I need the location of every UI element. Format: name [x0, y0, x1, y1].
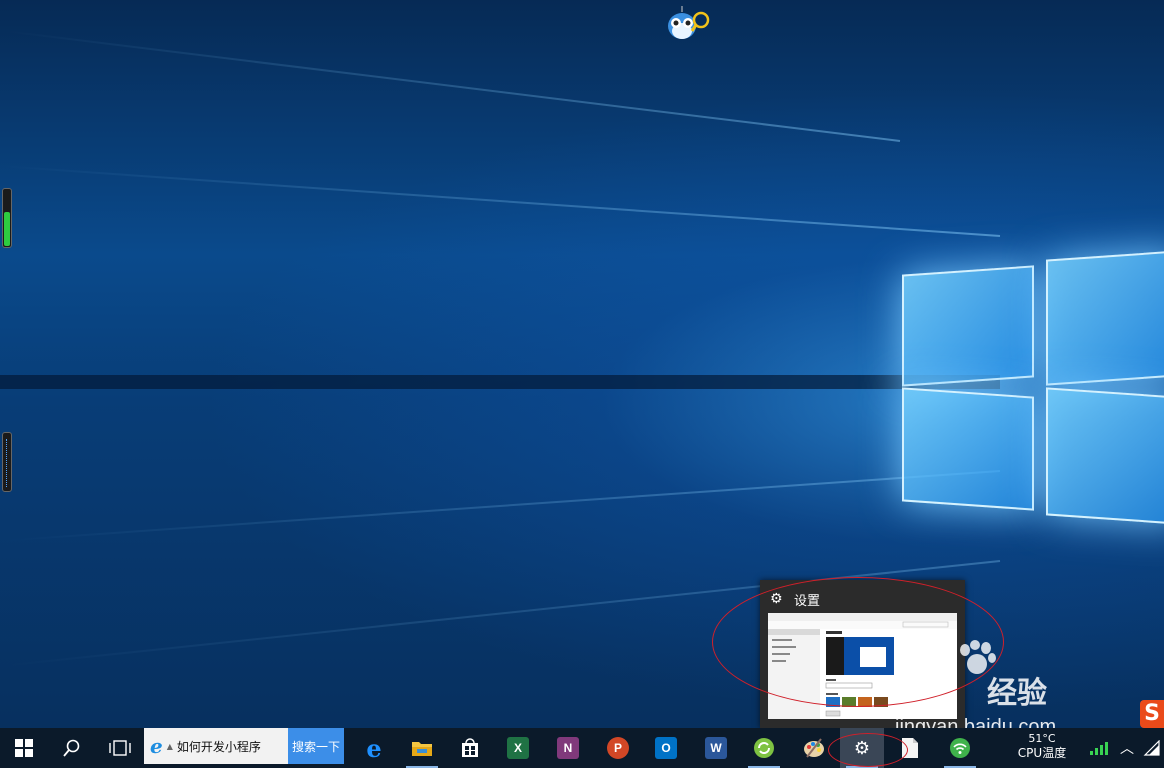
taskbar-app-store[interactable] — [448, 728, 492, 768]
search-button[interactable] — [50, 728, 94, 768]
baidu-jingyan-watermark: Bai 经验 jingyan.baidu.com — [895, 640, 1105, 740]
tray-overflow-button[interactable]: ︿ — [1116, 728, 1138, 768]
watermark-site-name: 经验 — [987, 676, 1047, 711]
taskbar-app-excel[interactable]: X — [496, 728, 540, 768]
windows-logo-pane — [902, 265, 1034, 387]
search-submit-button[interactable]: 搜索一下 — [288, 728, 344, 764]
windows-logo-pane — [1046, 387, 1164, 525]
network-gauge[interactable] — [2, 432, 12, 492]
tray-wifi-button[interactable] — [1140, 728, 1164, 768]
search-icon — [63, 739, 80, 757]
gauge-fill — [4, 212, 10, 246]
highlight-ellipse — [828, 733, 908, 767]
windows-logo-pane — [1046, 250, 1164, 386]
sogou-input-icon[interactable]: S — [1140, 700, 1164, 728]
task-view-icon — [109, 740, 131, 756]
taskbar-app-powerpoint[interactable]: P — [596, 728, 640, 768]
watermark-logo-text: Bai — [895, 658, 955, 700]
tray-network-button[interactable] — [1084, 728, 1114, 768]
taskbar-app-onenote[interactable]: N — [546, 728, 590, 768]
palette-icon — [804, 738, 824, 758]
taskbar-app-refresh[interactable] — [742, 728, 786, 768]
cpu-temperature-value: 51°C — [1028, 732, 1056, 745]
taskbar-app-file-explorer[interactable] — [400, 728, 444, 768]
taskbar-app-outlook[interactable]: O — [644, 728, 688, 768]
onenote-icon: N — [557, 737, 579, 759]
taskbar-search-box[interactable]: e ▲ 如何开发小程序 — [144, 728, 288, 764]
wifi-status-icon — [1143, 740, 1160, 756]
refresh-icon — [754, 738, 774, 758]
powerpoint-icon: P — [607, 737, 629, 759]
task-view-button[interactable] — [98, 728, 142, 768]
taskbar-app-word[interactable]: W — [694, 728, 738, 768]
windows-logo-pane — [902, 387, 1034, 511]
gauge-fill — [6, 439, 8, 487]
outlook-icon: O — [655, 737, 677, 759]
taskbar-app-wifi[interactable] — [938, 728, 982, 768]
windows-logo-icon — [15, 739, 33, 757]
taskbar-app-edge[interactable]: e — [352, 728, 396, 768]
light-beam — [2, 165, 1001, 237]
cpu-temperature-widget[interactable]: 51°C CPU温度 — [1012, 728, 1072, 768]
chevron-up-icon: ︿ — [1120, 741, 1134, 757]
search-input[interactable]: 如何开发小程序 — [177, 738, 261, 755]
light-beam — [6, 30, 901, 142]
store-icon — [462, 738, 478, 757]
wifi-icon — [950, 738, 970, 758]
ie-icon: e — [150, 734, 163, 758]
light-beam-shadow — [0, 375, 1000, 389]
wifi-signal-icon — [1090, 742, 1108, 755]
excel-icon: X — [507, 737, 529, 759]
memory-gauge[interactable] — [2, 188, 12, 248]
mascot-pet-icon[interactable] — [666, 6, 710, 42]
cpu-temperature-label: CPU温度 — [1017, 746, 1067, 760]
folder-icon — [412, 742, 432, 756]
start-button[interactable] — [2, 728, 46, 768]
edge-icon: e — [366, 733, 382, 763]
dropdown-arrow-icon[interactable]: ▲ — [167, 742, 173, 751]
light-beam — [2, 470, 1001, 542]
word-icon: W — [705, 737, 727, 759]
